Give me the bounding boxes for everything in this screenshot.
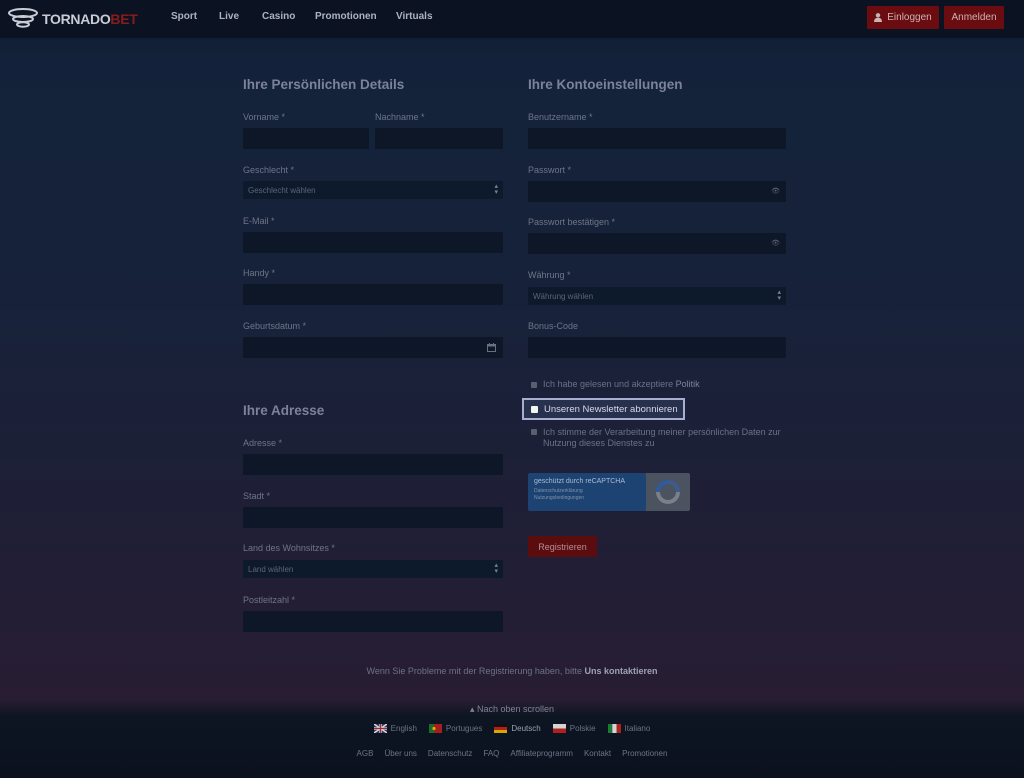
policy-text: Ich habe gelesen und akzeptiere Politik [543, 379, 700, 389]
recaptcha-icon [656, 480, 680, 504]
eye-icon[interactable]: 👁 [771, 187, 780, 195]
logo[interactable]: TORNADOBET [8, 7, 138, 31]
birthdate-input[interactable] [243, 337, 503, 358]
address-input[interactable] [243, 454, 503, 475]
calendar-icon[interactable] [487, 343, 496, 352]
firstname-label: Vorname * [243, 112, 286, 122]
language-list: English Portugues Deutsch Polskie Italia… [0, 724, 1024, 733]
email-label: E-Mail * [243, 216, 275, 226]
consent-text: Ich stimme der Verarbeitung meiner persö… [543, 427, 781, 448]
username-input[interactable] [528, 128, 786, 149]
newsletter-checkbox-row[interactable]: Unseren Newsletter abonnieren [522, 398, 685, 420]
nav-promotions[interactable]: Promotionen [315, 11, 377, 22]
footer-link-agb[interactable]: AGB [357, 749, 374, 758]
firstname-input[interactable] [243, 128, 369, 149]
tornado-logo-icon [8, 8, 38, 28]
portugal-flag-icon [428, 724, 442, 733]
login-label: Einloggen [887, 12, 932, 23]
register-header-label: Anmelden [951, 12, 997, 23]
lastname-input[interactable] [375, 128, 503, 149]
birthdate-label: Geburtsdatum * [243, 321, 307, 331]
currency-select-value: Währung wählen [533, 291, 594, 301]
scroll-to-top-label: Nach oben scrollen [477, 704, 555, 714]
gender-select[interactable]: Geschlecht wählen ▴ ▾ [243, 181, 503, 199]
recaptcha-badge[interactable]: geschützt durch reCAPTCHA Datenschutzerk… [528, 473, 690, 511]
nav-live[interactable]: Live [219, 11, 239, 22]
password-confirm-input[interactable]: 👁 [528, 233, 786, 254]
nav-virtuals[interactable]: Virtuals [396, 11, 433, 22]
phone-input[interactable] [243, 284, 503, 305]
germany-flag-icon [494, 724, 508, 733]
nav-casino[interactable]: Casino [262, 11, 295, 22]
uk-flag-icon [373, 724, 387, 733]
lang-german[interactable]: Deutsch [494, 724, 541, 733]
country-select-value: Land wählen [248, 564, 294, 574]
lang-portuguese[interactable]: Portugues [428, 724, 482, 733]
footer-link-promotions[interactable]: Promotionen [622, 749, 667, 758]
footer-link-contact[interactable]: Kontakt [584, 749, 611, 758]
account-settings-title: Ihre Kontoeinstellungen [528, 77, 683, 92]
lang-italian[interactable]: Italiano [607, 724, 650, 733]
consent-checkbox[interactable] [531, 429, 537, 435]
gender-select-value: Geschlecht wählen [248, 185, 316, 195]
newsletter-checkbox[interactable] [531, 405, 538, 413]
scroll-to-top[interactable]: ▴ Nach oben scrollen [0, 704, 1024, 715]
select-arrows-icon: ▴ ▾ [494, 562, 498, 575]
city-label: Stadt * [243, 491, 271, 501]
policy-checkbox[interactable] [531, 382, 537, 388]
logo-text: TORNADOBET [42, 11, 138, 27]
footer-link-about[interactable]: Über uns [384, 749, 416, 758]
help-text: Wenn Sie Probleme mit der Registrierung … [366, 666, 658, 676]
policy-link[interactable]: Politik [676, 379, 700, 389]
email-input[interactable] [243, 232, 503, 253]
phone-label: Handy * [243, 268, 276, 278]
recaptcha-privacy-link[interactable]: Datenschutzerklärung [534, 488, 640, 495]
password-input[interactable]: 👁 [528, 181, 786, 202]
register-button[interactable]: Registrieren [528, 536, 597, 557]
password-label: Passwort * [528, 165, 572, 175]
city-input[interactable] [243, 507, 503, 528]
zip-input[interactable] [243, 611, 503, 632]
poland-flag-icon [552, 724, 566, 733]
footer-link-faq[interactable]: FAQ [483, 749, 499, 758]
lang-english[interactable]: English [373, 724, 417, 733]
footer-link-affiliate[interactable]: Affiliateprogramm [510, 749, 573, 758]
address-title: Ihre Adresse [243, 403, 325, 418]
currency-label: Währung * [528, 270, 571, 280]
select-arrows-icon: ▴ ▾ [777, 289, 781, 302]
footer-link-privacy[interactable]: Datenschutz [428, 749, 472, 758]
currency-select[interactable]: Währung wählen ▴ ▾ [528, 287, 786, 305]
register-header-button[interactable]: Anmelden [944, 6, 1004, 29]
lang-polish[interactable]: Polskie [552, 724, 596, 733]
username-label: Benutzername * [528, 112, 593, 122]
bonus-code-input[interactable] [528, 337, 786, 358]
recaptcha-terms-link[interactable]: Nutzungsbedingungen [534, 495, 640, 502]
newsletter-label: Unseren Newsletter abonnieren [544, 403, 678, 415]
italy-flag-icon [607, 724, 621, 733]
select-arrows-icon: ▴ ▾ [494, 183, 498, 196]
user-icon [874, 13, 883, 22]
zip-label: Postleitzahl * [243, 595, 296, 605]
recaptcha-title: geschützt durch reCAPTCHA [534, 478, 626, 485]
contact-link[interactable]: Uns kontaktieren [584, 666, 657, 676]
bonus-code-label: Bonus-Code [528, 321, 579, 331]
country-select[interactable]: Land wählen ▴ ▾ [243, 560, 503, 578]
password-confirm-label: Passwort bestätigen * [528, 217, 616, 227]
gender-label: Geschlecht * [243, 165, 295, 175]
footer-links: AGB Über uns Datenschutz FAQ Affiliatepr… [0, 749, 1024, 758]
nav-sport[interactable]: Sport [171, 11, 197, 22]
eye-icon[interactable]: 👁 [771, 239, 780, 247]
personal-details-title: Ihre Persönlichen Details [243, 77, 405, 92]
login-button[interactable]: Einloggen [867, 6, 939, 29]
country-label: Land des Wohnsitzes * [243, 543, 335, 553]
caret-up-icon: ▴ [469, 704, 475, 714]
address-label: Adresse * [243, 438, 283, 448]
lastname-label: Nachname * [375, 112, 425, 122]
